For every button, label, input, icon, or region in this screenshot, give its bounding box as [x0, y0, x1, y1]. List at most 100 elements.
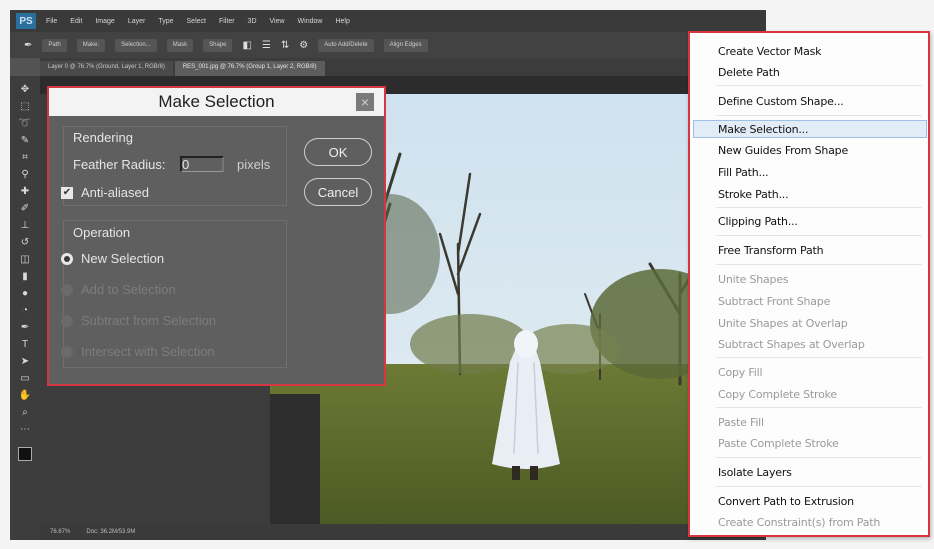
- mask-button[interactable]: Mask: [166, 38, 194, 52]
- hand-tool-icon[interactable]: ✋: [17, 390, 33, 402]
- add-to-selection-radio: [61, 284, 73, 296]
- type-tool-icon[interactable]: T: [17, 339, 33, 351]
- align-edges-checkbox[interactable]: Align Edges: [383, 38, 428, 52]
- new-selection-radio[interactable]: [61, 253, 73, 265]
- zoom-tool-icon[interactable]: ⌕: [17, 407, 33, 419]
- subtract-from-selection-radio: [61, 315, 73, 327]
- menu-layer[interactable]: Layer: [128, 18, 146, 25]
- lasso-tool-icon[interactable]: ➰: [17, 118, 33, 130]
- menu-image[interactable]: Image: [95, 18, 114, 25]
- menu-separator: [716, 486, 922, 487]
- eyedropper-tool-icon[interactable]: ⚲: [17, 169, 33, 181]
- blur-tool-icon[interactable]: ●: [17, 288, 33, 300]
- menu-item-create-vector-mask[interactable]: Create Vector Mask: [718, 45, 822, 58]
- make-selection-dialog: Make Selection × Rendering Feather Radiu…: [47, 86, 386, 386]
- menu-item-convert-path-to-extrusion[interactable]: Convert Path to Extrusion: [718, 495, 854, 508]
- photoshop-logo: PS: [16, 13, 36, 29]
- pen-tool-icon[interactable]: ✒: [17, 322, 33, 334]
- intersect-with-selection-label: Intersect with Selection: [81, 344, 215, 359]
- auto-add-delete-checkbox[interactable]: Auto Add/Delete: [318, 38, 374, 52]
- menu-item-paste-complete-stroke: Paste Complete Stroke: [718, 437, 839, 450]
- menu-type[interactable]: Type: [158, 18, 173, 25]
- menu-item-clipping-path[interactable]: Clipping Path...: [718, 215, 798, 228]
- stamp-tool-icon[interactable]: ⊥: [17, 220, 33, 232]
- document-tab[interactable]: Layer 0 @ 76.7% (Ground, Layer 1, RGB/8): [40, 61, 173, 76]
- menu-item-make-selection[interactable]: Make Selection...: [718, 123, 808, 136]
- menu-item-copy-complete-stroke: Copy Complete Stroke: [718, 388, 837, 401]
- path-alignment-icon[interactable]: ☰: [262, 40, 271, 51]
- zoom-level: 76.67%: [50, 529, 71, 535]
- menu-separator: [716, 235, 922, 236]
- menu-separator: [716, 407, 922, 408]
- menu-item-define-custom-shape[interactable]: Define Custom Shape...: [718, 95, 844, 108]
- selection-button[interactable]: Selection...: [115, 38, 157, 52]
- rendering-label: Rendering: [73, 130, 133, 145]
- options-bar: ✒ Path Make: Selection... Mask Shape ◧ ☰…: [10, 32, 766, 58]
- menu-separator: [716, 115, 922, 116]
- menu-edit[interactable]: Edit: [70, 18, 82, 25]
- cancel-button[interactable]: Cancel: [304, 178, 372, 206]
- menu-view[interactable]: View: [270, 18, 285, 25]
- move-tool-icon[interactable]: ✥: [17, 84, 33, 96]
- menu-item-delete-path[interactable]: Delete Path: [718, 66, 780, 79]
- gradient-tool-icon[interactable]: ▮: [17, 271, 33, 283]
- menu-help[interactable]: Help: [335, 18, 349, 25]
- status-bar: 76.67% Doc: 36.2M/53.9M: [40, 524, 766, 540]
- menu-filter[interactable]: Filter: [219, 18, 235, 25]
- anti-aliased-checkbox[interactable]: ✔: [61, 187, 73, 199]
- feather-radius-label: Feather Radius:: [73, 157, 166, 172]
- menu-item-subtract-front-shape: Subtract Front Shape: [718, 295, 831, 308]
- more-tools-icon[interactable]: ⋯: [17, 424, 33, 436]
- brush-tool-icon[interactable]: ✐: [17, 203, 33, 215]
- menu-item-new-guides-from-shape[interactable]: New Guides From Shape: [718, 144, 848, 157]
- menu-item-free-transform-path[interactable]: Free Transform Path: [718, 244, 824, 257]
- path-operations-icon[interactable]: ◧: [242, 40, 251, 51]
- menu-separator: [716, 264, 922, 265]
- mode-select[interactable]: Path: [42, 38, 67, 52]
- ok-button[interactable]: OK: [304, 138, 372, 166]
- foreground-color-swatch[interactable]: [18, 447, 32, 461]
- menu-item-copy-fill: Copy Fill: [718, 366, 763, 379]
- path-context-menu: Create Vector Mask Delete Path Define Cu…: [688, 31, 930, 537]
- path-arrangement-icon[interactable]: ⇅: [281, 40, 289, 51]
- quick-select-tool-icon[interactable]: ✎: [17, 135, 33, 147]
- anti-aliased-label: Anti-aliased: [81, 185, 149, 200]
- menu-item-fill-path[interactable]: Fill Path...: [718, 166, 769, 179]
- menu-item-subtract-shapes-at-overlap: Subtract Shapes at Overlap: [718, 338, 865, 351]
- make-label: Make:: [76, 38, 106, 52]
- intersect-with-selection-radio: [61, 346, 73, 358]
- document-tab-active[interactable]: RES_001.jpg @ 76.7% (Group 1, Layer 2, R…: [174, 61, 325, 76]
- tools-panel: ✥ ⬚ ➰ ✎ ⌗ ⚲ ✚ ✐ ⊥ ↺ ◫ ▮ ● ◔ ✒ T ➤ ▭ ✋ ⌕ …: [10, 76, 40, 540]
- feather-unit-label: pixels: [237, 157, 271, 172]
- menu-file[interactable]: File: [46, 18, 57, 25]
- menu-separator: [716, 85, 922, 86]
- healing-tool-icon[interactable]: ✚: [17, 186, 33, 198]
- menu-separator: [716, 457, 922, 458]
- add-to-selection-label: Add to Selection: [81, 282, 176, 297]
- pen-tool-icon[interactable]: ✒: [24, 40, 32, 51]
- marquee-tool-icon[interactable]: ⬚: [17, 101, 33, 113]
- subtract-from-selection-label: Subtract from Selection: [81, 313, 217, 328]
- menu-item-paste-fill: Paste Fill: [718, 416, 764, 429]
- feather-radius-input[interactable]: [180, 156, 224, 172]
- dodge-tool-icon[interactable]: ◔: [17, 305, 33, 317]
- menu-select[interactable]: Select: [187, 18, 206, 25]
- menu-window[interactable]: Window: [298, 18, 323, 25]
- dialog-titlebar: Make Selection ×: [49, 88, 384, 116]
- eraser-tool-icon[interactable]: ◫: [17, 254, 33, 266]
- crop-tool-icon[interactable]: ⌗: [17, 152, 33, 164]
- close-icon[interactable]: ×: [356, 93, 374, 111]
- doc-size: Doc: 36.2M/53.9M: [86, 529, 136, 535]
- gear-icon[interactable]: ⚙: [299, 40, 308, 51]
- menu-3d[interactable]: 3D: [248, 18, 257, 25]
- menu-item-unite-shapes: Unite Shapes: [718, 273, 789, 286]
- history-brush-tool-icon[interactable]: ↺: [17, 237, 33, 249]
- dialog-title: Make Selection: [158, 92, 275, 111]
- path-select-tool-icon[interactable]: ➤: [17, 356, 33, 368]
- shape-button[interactable]: Shape: [203, 38, 233, 52]
- menu-item-stroke-path[interactable]: Stroke Path...: [718, 188, 789, 201]
- rectangle-tool-icon[interactable]: ▭: [17, 373, 33, 385]
- menu-item-isolate-layers[interactable]: Isolate Layers: [718, 466, 792, 479]
- menu-separator: [716, 357, 922, 358]
- operation-label: Operation: [73, 225, 131, 240]
